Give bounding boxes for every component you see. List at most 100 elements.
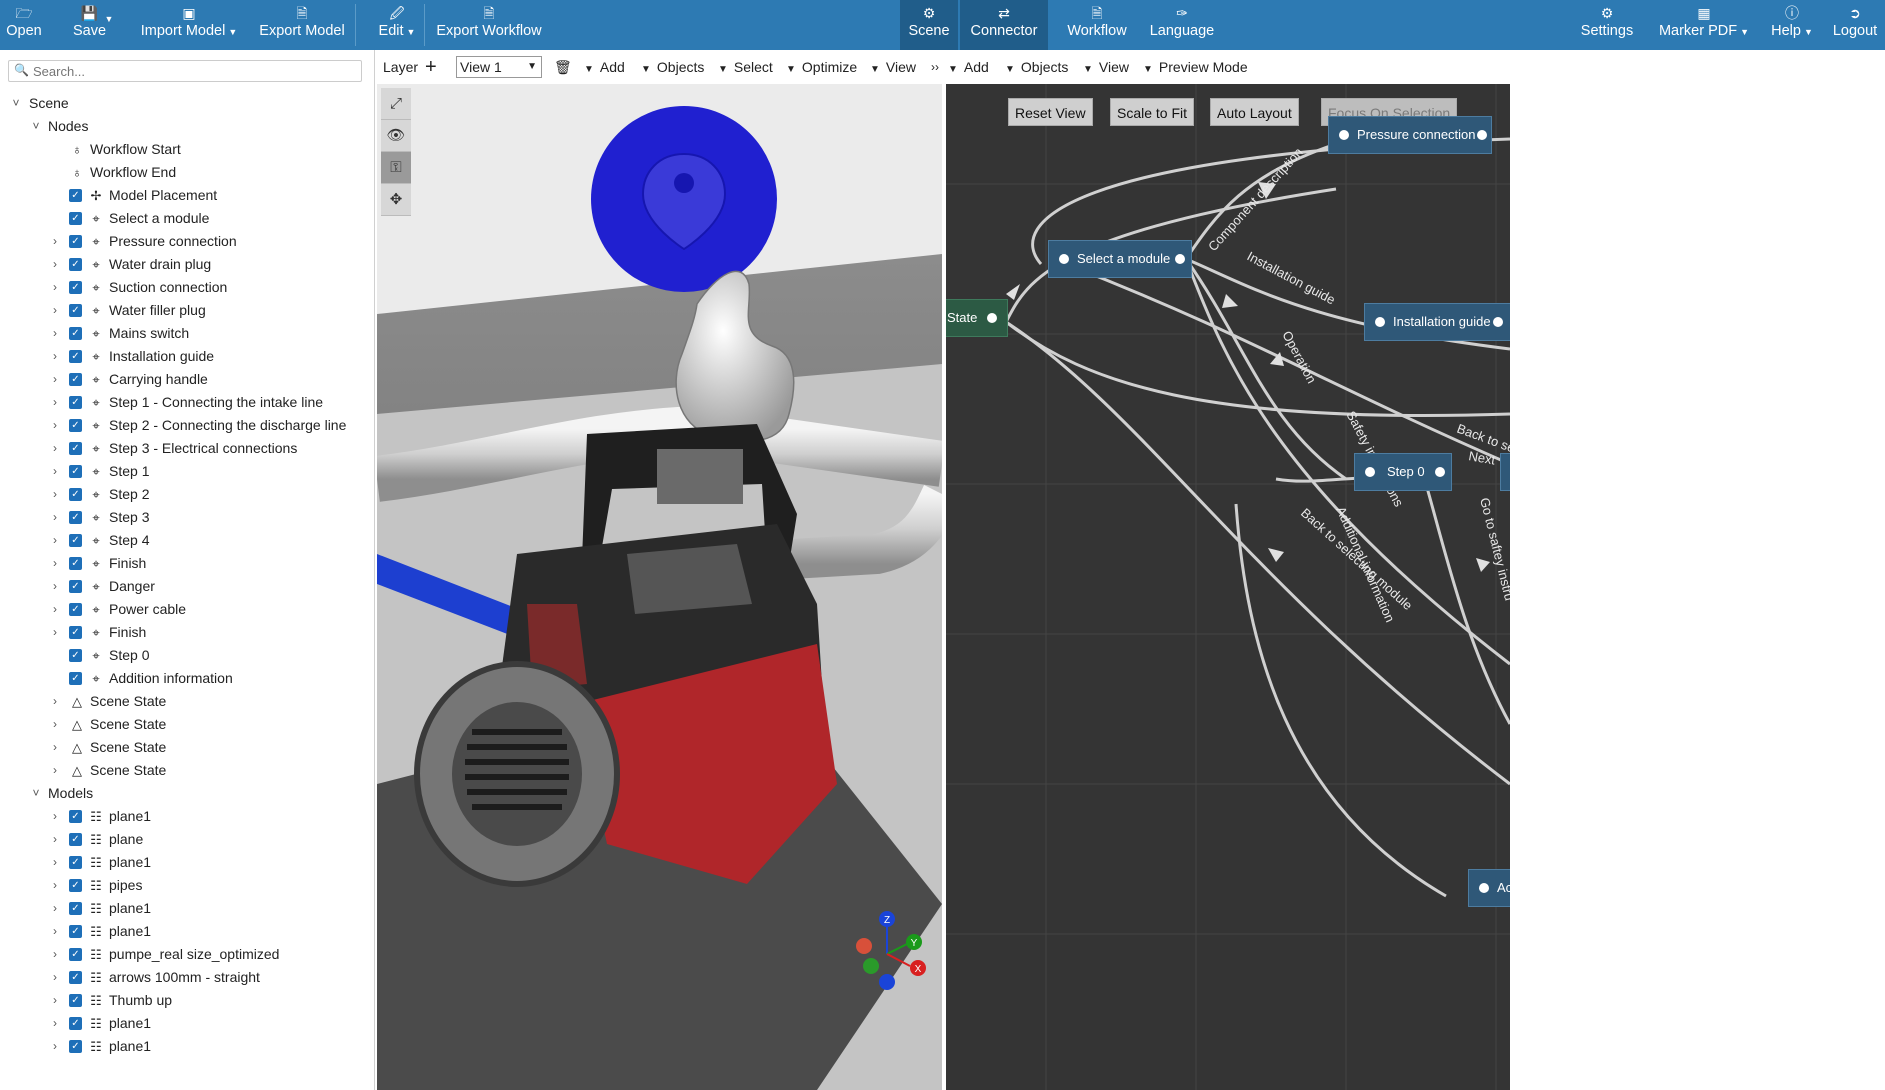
visibility-checkbox[interactable]: ✓ — [69, 534, 82, 547]
tree-node-item[interactable]: › ✓ ⌖ Finish — [0, 621, 374, 644]
chevron-right-icon[interactable]: › — [49, 713, 61, 736]
visibility-checkbox[interactable]: ✓ — [69, 948, 82, 961]
chevron-right-icon[interactable]: › — [49, 414, 61, 437]
tree-node-item[interactable]: › ✓ ⌖ Step 2 - Connecting the discharge lin… — [0, 414, 374, 437]
tree-node-item[interactable]: › ✓ ⌖ Water filler plug — [0, 299, 374, 322]
move-icon[interactable]: ✥ — [381, 184, 411, 216]
input-port[interactable] — [1059, 254, 1069, 264]
tree-node-item[interactable]: › ✓ ⌖ Carrying handle — [0, 368, 374, 391]
graph-node-select-a-module[interactable]: Select a module — [1048, 240, 1192, 278]
visibility-checkbox[interactable]: ✓ — [69, 1017, 82, 1030]
tree-node-item[interactable]: ✓ ✢ Model Placement — [0, 184, 374, 207]
expand-icon[interactable]: ⤢ — [381, 88, 411, 120]
visibility-checkbox[interactable]: ✓ — [69, 189, 82, 202]
tree-item-scene-state[interactable]: › △ Scene State — [0, 736, 374, 759]
scale-to-fit-button[interactable]: Scale to Fit — [1110, 98, 1195, 126]
logout-button[interactable]: ➲ Logout — [1826, 0, 1884, 50]
visibility-checkbox[interactable]: ✓ — [69, 442, 82, 455]
chevron-down-icon[interactable]: ˅ — [10, 92, 22, 115]
export-workflow-button[interactable]: 🗎 Export Workflow — [434, 0, 544, 50]
view-menu[interactable]: ▼ View — [870, 50, 916, 84]
visibility-checkbox[interactable]: ✓ — [69, 511, 82, 524]
tree-node-item[interactable]: › ✓ ⌖ Finish — [0, 552, 374, 575]
visibility-checkbox[interactable]: ✓ — [69, 1040, 82, 1053]
visibility-checkbox[interactable]: ✓ — [69, 281, 82, 294]
settings-button[interactable]: ⚙ Settings — [1574, 0, 1640, 50]
delete-icon[interactable]: 🗑 — [554, 50, 572, 84]
add-menu[interactable]: ▼ Add — [584, 50, 625, 84]
chevron-right-icon[interactable]: › — [49, 276, 61, 299]
marker-pdf-button[interactable]: ▦ Marker PDF ▼ — [1658, 0, 1750, 50]
3d-viewport[interactable]: Z Y X ⤢ 👁 ⚿ ✥ — [377, 84, 942, 1090]
objects-menu[interactable]: ▼ Objects — [641, 50, 704, 84]
tree-node-item[interactable]: › ✓ ⌖ Power cable — [0, 598, 374, 621]
tab-connector[interactable]: ⇄ Connector — [960, 0, 1048, 50]
tree-node-item[interactable]: ✓ ⌖ Step 0 — [0, 644, 374, 667]
chevron-right-icon[interactable]: › — [49, 920, 61, 943]
tree-node-item[interactable]: › ✓ ⌖ Step 2 — [0, 483, 374, 506]
tree-model-item[interactable]: › ✓ ☷ plane1 — [0, 897, 374, 920]
chevron-right-icon[interactable]: › — [49, 345, 61, 368]
connector-graph[interactable]: Component description Installation guide… — [946, 84, 1510, 1090]
tree-model-item[interactable]: › ✓ ☷ plane1 — [0, 1012, 374, 1035]
tree-model-item[interactable]: › ✓ ☷ plane — [0, 828, 374, 851]
tree-node-item[interactable]: › ✓ ⌖ Step 1 — [0, 460, 374, 483]
graph-node-step-next[interactable] — [1500, 453, 1510, 491]
tree-model-item[interactable]: › ✓ ☷ arrows 100mm - straight — [0, 966, 374, 989]
input-port[interactable] — [1375, 317, 1385, 327]
chevron-right-icon[interactable]: › — [49, 230, 61, 253]
visibility-checkbox[interactable]: ✓ — [69, 649, 82, 662]
chevron-right-icon[interactable]: › — [49, 552, 61, 575]
visibility-checkbox[interactable]: ✓ — [69, 396, 82, 409]
tree-node-item[interactable]: ✓ ⌖ Select a module — [0, 207, 374, 230]
visibility-checkbox[interactable]: ✓ — [69, 971, 82, 984]
tree-node-item[interactable]: ✓ ⌖ Addition information — [0, 667, 374, 690]
input-port[interactable] — [1479, 883, 1489, 893]
tree-item-scene-state[interactable]: › △ Scene State — [0, 690, 374, 713]
input-port[interactable] — [1365, 467, 1375, 477]
tree-node-item[interactable]: › ✓ ⌖ Suction connection — [0, 276, 374, 299]
tab-scene[interactable]: ⚙ Scene — [900, 0, 958, 50]
tree-node-item[interactable]: › ✓ ⌖ Pressure connection — [0, 230, 374, 253]
visibility-checkbox[interactable]: ✓ — [69, 350, 82, 363]
tree-node-item[interactable]: › ✓ ⌖ Mains switch — [0, 322, 374, 345]
chevron-right-icon[interactable]: › — [49, 368, 61, 391]
visibility-checkbox[interactable]: ✓ — [69, 925, 82, 938]
visibility-checkbox[interactable]: ✓ — [69, 465, 82, 478]
visibility-checkbox[interactable]: ✓ — [69, 603, 82, 616]
eye-icon[interactable]: 👁 — [381, 120, 411, 152]
reset-view-button[interactable]: Reset View — [1008, 98, 1093, 126]
chevron-right-icon[interactable]: › — [49, 943, 61, 966]
tree-node-item[interactable]: › ✓ ⌖ Danger — [0, 575, 374, 598]
tree-node-item[interactable]: › ✓ ⌖ Step 4 — [0, 529, 374, 552]
chevron-right-icon[interactable]: › — [49, 391, 61, 414]
chevron-right-icon[interactable]: › — [49, 322, 61, 345]
visibility-checkbox[interactable]: ✓ — [69, 557, 82, 570]
tab-workflow[interactable]: 🗎 Workflow — [1058, 0, 1136, 50]
chevron-right-icon[interactable]: › — [49, 529, 61, 552]
graph-node-scene-state[interactable]: State — [946, 299, 1008, 337]
visibility-checkbox[interactable]: ✓ — [69, 626, 82, 639]
visibility-checkbox[interactable]: ✓ — [69, 212, 82, 225]
graph-view-menu[interactable]: ▼ View — [1083, 50, 1129, 84]
tree-item-scene-state[interactable]: › △ Scene State — [0, 759, 374, 782]
graph-objects-menu[interactable]: ▼ Objects — [1005, 50, 1068, 84]
chevron-right-icon[interactable]: › — [49, 598, 61, 621]
key-icon[interactable]: ⚿ — [381, 152, 411, 184]
chevron-right-icon[interactable]: › — [49, 460, 61, 483]
chevron-right-icon[interactable]: › — [49, 483, 61, 506]
chevron-right-icon[interactable]: › — [49, 253, 61, 276]
chevron-right-icon[interactable]: › — [49, 966, 61, 989]
help-button[interactable]: ⓘ Help ▼ — [1764, 0, 1820, 50]
graph-node-pressure-connection[interactable]: Pressure connection — [1328, 116, 1492, 154]
visibility-checkbox[interactable]: ✓ — [69, 580, 82, 593]
tree-model-item[interactable]: › ✓ ☷ plane1 — [0, 805, 374, 828]
tab-language[interactable]: ✑ Language — [1144, 0, 1220, 50]
tree-node-item[interactable]: › ✓ ⌖ Step 1 - Connecting the intake line — [0, 391, 374, 414]
chevron-right-icon[interactable]: › — [49, 874, 61, 897]
visibility-checkbox[interactable]: ✓ — [69, 419, 82, 432]
optimize-menu[interactable]: ▼ Optimize — [786, 50, 857, 84]
chevron-right-icon[interactable]: › — [49, 621, 61, 644]
chevron-right-icon[interactable]: › — [49, 299, 61, 322]
tree-node-item[interactable]: › ✓ ⌖ Step 3 - Electrical connections — [0, 437, 374, 460]
